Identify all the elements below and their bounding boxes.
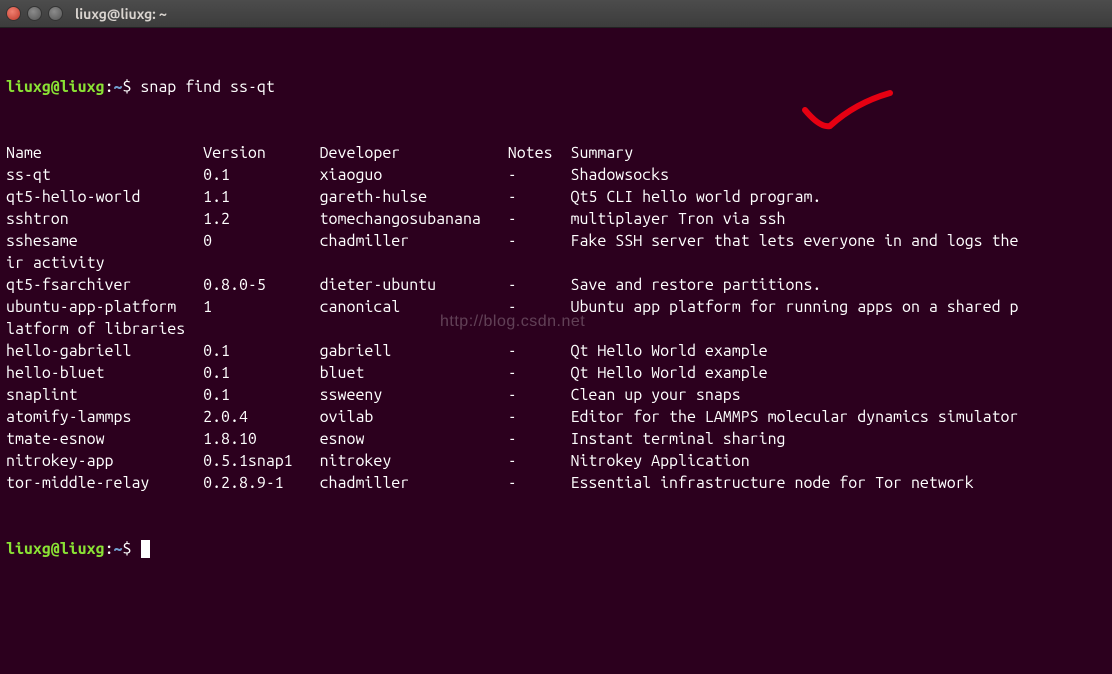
- command-text: snap find ss-qt: [140, 78, 274, 96]
- window-minimize-button[interactable]: [27, 6, 42, 21]
- window-title: liuxg@liuxg: ~: [75, 3, 167, 25]
- output-line: latform of libraries: [6, 318, 1106, 340]
- window-titlebar: liuxg@liuxg: ~: [0, 0, 1112, 28]
- output-line: tor-middle-relay 0.2.8.9-1 chadmiller - …: [6, 472, 1106, 494]
- cursor-icon: [141, 540, 150, 558]
- output-line: atomify-lammps 2.0.4 ovilab - Editor for…: [6, 406, 1106, 428]
- output-line: hello-bluet 0.1 bluet - Qt Hello World e…: [6, 362, 1106, 384]
- window-close-button[interactable]: [6, 6, 21, 21]
- output-line: sshtron 1.2 tomechangosubanana - multipl…: [6, 208, 1106, 230]
- output-line: qt5-fsarchiver 0.8.0-5 dieter-ubuntu - S…: [6, 274, 1106, 296]
- window-maximize-button[interactable]: [48, 6, 63, 21]
- output-line: snaplint 0.1 ssweeny - Clean up your sna…: [6, 384, 1106, 406]
- output-line: ss-qt 0.1 xiaoguo - Shadowsocks: [6, 164, 1106, 186]
- prompt-line-2[interactable]: liuxg@liuxg:~$: [6, 538, 1106, 560]
- prompt-path: ~: [114, 78, 123, 96]
- output-line: ir activity: [6, 252, 1106, 274]
- terminal-viewport[interactable]: liuxg@liuxg:~$ snap find ss-qt Name Vers…: [0, 28, 1112, 674]
- output-line: Name Version Developer Notes Summary: [6, 142, 1106, 164]
- output-line: tmate-esnow 1.8.10 esnow - Instant termi…: [6, 428, 1106, 450]
- output-line: sshesame 0 chadmiller - Fake SSH server …: [6, 230, 1106, 252]
- output-line: nitrokey-app 0.5.1snap1 nitrokey - Nitro…: [6, 450, 1106, 472]
- output-line: hello-gabriell 0.1 gabriell - Qt Hello W…: [6, 340, 1106, 362]
- prompt-line-1: liuxg@liuxg:~$ snap find ss-qt: [6, 76, 1106, 98]
- output-line: ubuntu-app-platform 1 canonical - Ubuntu…: [6, 296, 1106, 318]
- output-line: qt5-hello-world 1.1 gareth-hulse - Qt5 C…: [6, 186, 1106, 208]
- command-output: Name Version Developer Notes Summaryss-q…: [6, 142, 1106, 494]
- prompt-user-host: liuxg@liuxg: [6, 78, 105, 96]
